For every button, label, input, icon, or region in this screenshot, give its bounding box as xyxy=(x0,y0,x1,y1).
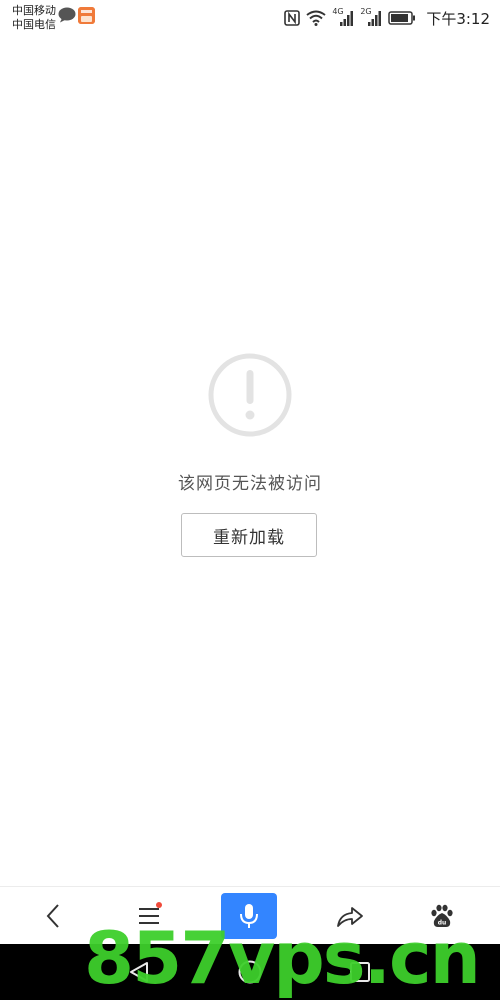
carrier-name-1: 中国移动 xyxy=(12,4,56,17)
share-icon xyxy=(337,907,363,927)
baidu-home-button[interactable]: du xyxy=(412,887,472,945)
nfc-icon xyxy=(284,10,301,26)
carrier-info: 中国移动 中国电信 xyxy=(12,4,56,32)
reload-button[interactable]: 重新加载 xyxy=(181,513,317,557)
signal-icon: 4G xyxy=(332,7,354,27)
signal-icon: 2G xyxy=(360,7,382,27)
status-bar: 中国移动 中国电信 4G 2G 下午3:12 xyxy=(0,0,500,36)
baidu-logo-icon: du xyxy=(431,904,453,927)
exclamation-circle-icon xyxy=(208,353,292,437)
menu-button[interactable] xyxy=(120,887,180,945)
browser-toolbar: du xyxy=(0,886,500,945)
nav-back-icon xyxy=(130,962,148,982)
menu-icon xyxy=(139,908,159,924)
nav-home-button[interactable] xyxy=(225,952,275,992)
error-panel: 该网页无法被访问 重新加载 xyxy=(0,352,500,557)
battery-icon xyxy=(388,11,416,25)
back-icon xyxy=(46,904,59,928)
status-time: 下午3:12 xyxy=(426,9,490,28)
menu-badge xyxy=(156,902,162,908)
app-notification-icon xyxy=(78,7,95,24)
svg-text:du: du xyxy=(438,920,447,927)
message-icon xyxy=(58,7,76,23)
voice-search-button[interactable] xyxy=(221,893,277,939)
carrier-name-2: 中国电信 xyxy=(12,18,56,31)
share-button[interactable] xyxy=(320,887,380,945)
nav-recent-apps-icon xyxy=(350,962,370,982)
nav-home-icon xyxy=(238,960,262,984)
nav-recent-apps-button[interactable] xyxy=(335,952,385,992)
error-message: 该网页无法被访问 xyxy=(178,474,322,494)
wifi-icon xyxy=(306,10,326,26)
status-icons: 4G 2G 下午3:12 xyxy=(284,7,490,28)
nav-back-button[interactable] xyxy=(114,952,164,992)
system-nav-bar xyxy=(0,944,500,1000)
back-button[interactable] xyxy=(24,887,84,945)
voice-search-icon xyxy=(240,904,258,928)
